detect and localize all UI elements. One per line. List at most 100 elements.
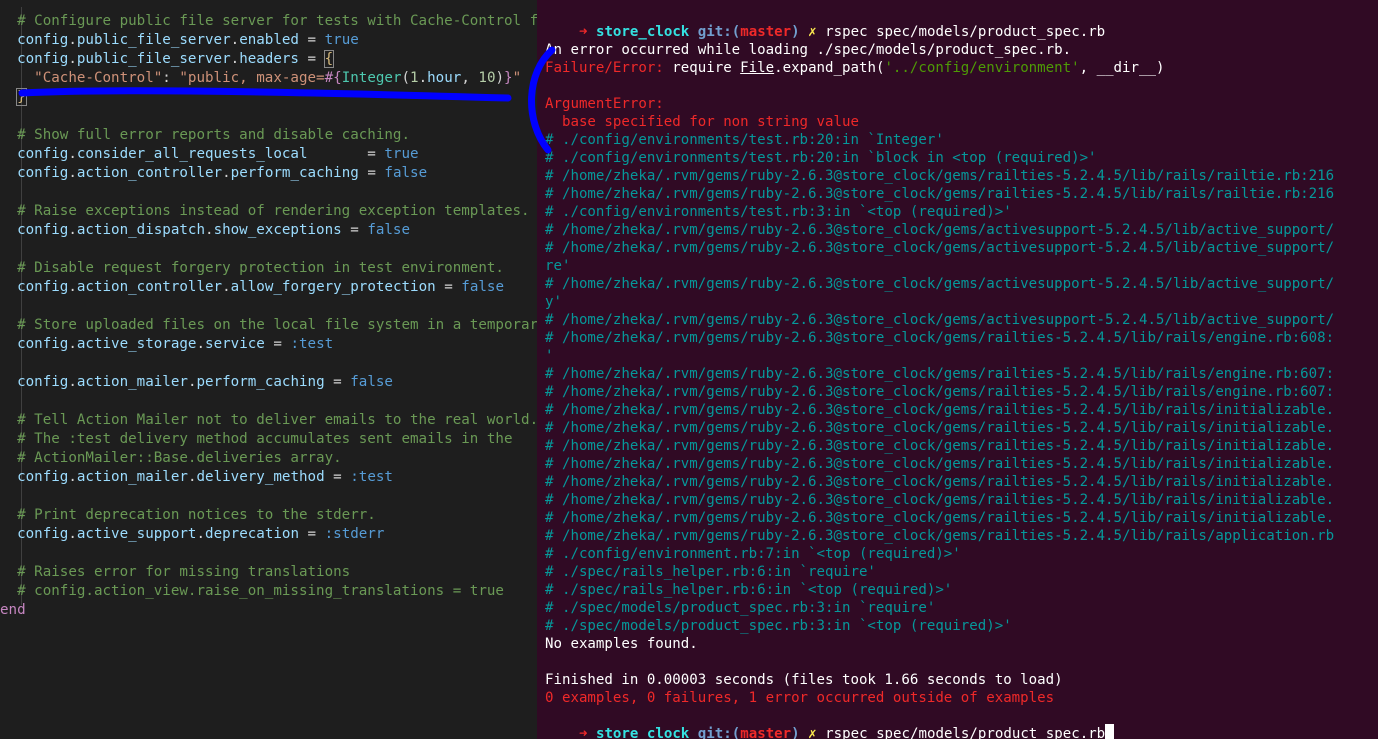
prompt-git-label: git:(	[697, 24, 741, 40]
terminal-input[interactable]: rspec spec/models/product_spec.rb	[825, 726, 1105, 739]
terminal-line: # ./spec/models/product_spec.rb:3:in `<t…	[545, 617, 1012, 635]
code-token: .	[418, 70, 428, 86]
code-token: .	[68, 222, 77, 238]
code-line: # Raise exceptions instead of rendering …	[0, 202, 530, 221]
terminal-line: # ./config/environments/test.rb:20:in `b…	[545, 149, 1097, 167]
code-token: headers	[239, 51, 299, 67]
code-token: .	[68, 279, 77, 295]
code-token: # Print deprecation notices to the stder…	[0, 507, 376, 523]
code-token: consider_all_requests_local	[76, 146, 308, 162]
terminal-prompt-first: ➜ store_clock git:(master) ✗ rspec spec/…	[545, 5, 1105, 40]
terminal-text: Failure/Error:	[545, 60, 673, 76]
terminal-text: # /home/zheka/.rvm/gems/ruby-2.6.3@store…	[545, 366, 1335, 382]
code-token: public_file_server	[76, 32, 231, 48]
code-token: }	[504, 70, 513, 86]
code-token: false	[367, 222, 411, 238]
terminal-line: # /home/zheka/.rvm/gems/ruby-2.6.3@store…	[545, 329, 1334, 347]
code-token: =	[299, 526, 325, 542]
code-token: :test	[290, 336, 334, 352]
code-line: config.action_dispatch.show_exceptions =…	[0, 221, 410, 240]
terminal-window[interactable]: ➜ store_clock git:(master) ✗ rspec spec/…	[537, 0, 1378, 739]
terminal-line: 0 examples, 0 failures, 1 error occurred…	[545, 689, 1054, 707]
terminal-text: # ./config/environments/test.rb:20:in `I…	[545, 132, 944, 148]
code-token: false	[384, 165, 428, 181]
terminal-line: # ./spec/rails_helper.rb:6:in `require'	[545, 563, 876, 581]
terminal-text: y'	[545, 294, 562, 310]
terminal-line: # /home/zheka/.rvm/gems/ruby-2.6.3@store…	[545, 185, 1334, 203]
code-line: config.public_file_server.headers = {	[0, 50, 335, 69]
terminal-text: 0 examples, 0 failures, 1 error occurred…	[545, 690, 1055, 706]
code-line: config.action_mailer.delivery_method = :…	[0, 468, 393, 487]
code-token: .	[222, 165, 231, 181]
terminal-line: # /home/zheka/.rvm/gems/ruby-2.6.3@store…	[545, 527, 1334, 545]
code-token: deprecation	[205, 526, 299, 542]
prompt-git-close: )	[791, 726, 800, 739]
prompt-git-branch: master	[740, 726, 792, 739]
code-line: # config.action_view.raise_on_missing_tr…	[0, 582, 504, 601]
terminal-text: # /home/zheka/.rvm/gems/ruby-2.6.3@store…	[545, 186, 1335, 202]
code-token: =	[435, 279, 462, 295]
code-line: end	[0, 601, 26, 620]
terminal-line: # ./config/environments/test.rb:20:in `I…	[545, 131, 944, 149]
code-token: delivery_method	[196, 469, 325, 485]
terminal-text: # /home/zheka/.rvm/gems/ruby-2.6.3@store…	[545, 528, 1335, 544]
terminal-prompt-current[interactable]: ➜ store_clock git:(master) ✗ rspec spec/…	[545, 706, 1115, 739]
terminal-line: # /home/zheka/.rvm/gems/ruby-2.6.3@store…	[545, 473, 1334, 491]
code-token: # Configure public file server for tests…	[0, 13, 545, 29]
code-line: config.action_controller.perform_caching…	[0, 164, 427, 183]
terminal-line: # /home/zheka/.rvm/gems/ruby-2.6.3@store…	[545, 311, 1334, 329]
code-token: service	[205, 336, 265, 352]
code-token: active_support	[76, 526, 197, 542]
code-token: .	[230, 51, 240, 67]
code-token: "Cache-Control"	[0, 70, 163, 86]
code-token: .	[68, 336, 77, 352]
code-token: }	[16, 88, 27, 106]
code-line: # The :test delivery method accumulates …	[0, 430, 512, 449]
code-line: config.action_controller.allow_forgery_p…	[0, 278, 504, 297]
code-line: # Show full error reports and disable ca…	[0, 126, 410, 145]
terminal-line: # /home/zheka/.rvm/gems/ruby-2.6.3@store…	[545, 509, 1334, 527]
code-token: false	[461, 279, 504, 295]
terminal-text: Finished in 0.00003 seconds (files took …	[545, 672, 1063, 688]
code-token: =	[341, 222, 368, 238]
code-editor[interactable]: # Configure public file server for tests…	[0, 0, 545, 739]
code-token: # Show full error reports and disable ca…	[0, 127, 410, 143]
terminal-text: # ./config/environment.rb:7:in `<top (re…	[545, 546, 961, 562]
terminal-text: # ./spec/models/product_spec.rb:3:in `re…	[545, 600, 936, 616]
terminal-line: # /home/zheka/.rvm/gems/ruby-2.6.3@store…	[545, 221, 1334, 239]
terminal-line: # ./spec/rails_helper.rb:6:in `<top (req…	[545, 581, 952, 599]
terminal-line: # /home/zheka/.rvm/gems/ruby-2.6.3@store…	[545, 383, 1334, 401]
terminal-text: ArgumentError:	[545, 96, 664, 112]
code-token: {	[323, 50, 335, 68]
code-token: perform_caching	[196, 374, 325, 390]
prompt-git-label: git:(	[697, 726, 741, 739]
terminal-text: # /home/zheka/.rvm/gems/ruby-2.6.3@store…	[545, 168, 1335, 184]
code-line: config.active_storage.service = :test	[0, 335, 333, 354]
terminal-text: '	[545, 348, 554, 364]
code-token: .	[68, 32, 77, 48]
terminal-line: # /home/zheka/.rvm/gems/ruby-2.6.3@store…	[545, 437, 1334, 455]
code-line: # Configure public file server for tests…	[0, 12, 545, 31]
code-token: # Raise exceptions instead of rendering …	[0, 203, 530, 219]
terminal-line: No examples found.	[545, 635, 698, 653]
code-line: }	[0, 88, 27, 107]
code-token: public_file_server	[76, 51, 231, 67]
code-token: Integer	[341, 70, 402, 86]
terminal-text: # ./config/environments/test.rb:3:in `<t…	[545, 204, 1012, 220]
code-token: config	[0, 222, 69, 238]
prompt-dirty-icon: ✗	[808, 726, 817, 739]
code-token: config	[0, 336, 69, 352]
code-token: "public, max-age=	[179, 70, 325, 86]
code-line: config.public_file_server.enabled = true	[0, 31, 359, 50]
terminal-text: No examples found.	[545, 636, 698, 652]
terminal-text: # /home/zheka/.rvm/gems/ruby-2.6.3@store…	[545, 312, 1335, 328]
code-token: false	[350, 374, 393, 390]
code-token: config	[0, 279, 69, 295]
code-line: config.consider_all_requests_local = tru…	[0, 145, 418, 164]
terminal-text: # ./spec/models/product_spec.rb:3:in `<t…	[545, 618, 1012, 634]
terminal-text: # /home/zheka/.rvm/gems/ruby-2.6.3@store…	[545, 492, 1335, 508]
terminal-text: , __dir__)	[1079, 60, 1165, 76]
code-token: :	[162, 70, 180, 86]
code-token: .	[196, 336, 206, 352]
code-line: # Raises error for missing translations	[0, 563, 350, 582]
